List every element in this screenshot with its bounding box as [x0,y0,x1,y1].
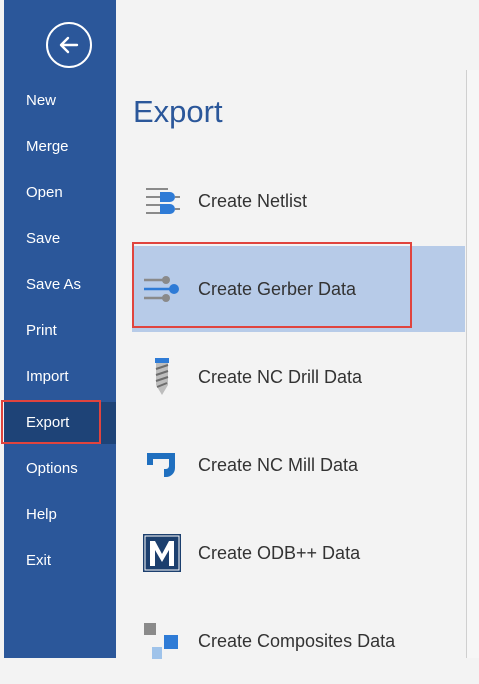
export-create-nc-mill-data[interactable]: Create NC Mill Data [132,422,465,508]
export-create-nc-drill-data[interactable]: Create NC Drill Data [132,334,465,420]
nav-exit[interactable]: Exit [4,541,116,581]
export-create-odb-data[interactable]: Create ODB++ Data [132,510,465,596]
export-create-gerber-data[interactable]: Create Gerber Data [132,246,465,332]
nav-options[interactable]: Options [4,449,116,489]
odb-icon [143,534,181,572]
export-item-label: Create Gerber Data [198,279,357,299]
gerber-icon [144,276,179,302]
nav-save[interactable]: Save [4,219,116,259]
back-button[interactable] [46,22,92,68]
scrollbar[interactable] [466,70,479,658]
export-item-label: Create Composites Data [198,631,396,651]
export-create-netlist[interactable]: Create Netlist [132,158,465,244]
mill-icon [147,453,175,477]
export-item-label: Create Netlist [198,191,308,211]
nav-open[interactable]: Open [4,173,116,213]
backstage-sidebar: New Merge Open Save Save As Print Import… [4,0,116,658]
nav-new[interactable]: New [4,81,116,121]
export-create-composites-data[interactable]: Create Composites Data [132,598,465,684]
nav-help[interactable]: Help [4,495,116,535]
export-item-label: Create NC Mill Data [198,455,359,475]
export-item-label: Create NC Drill Data [198,367,363,387]
nav-merge[interactable]: Merge [4,127,116,167]
nav-save-as[interactable]: Save As [4,265,116,305]
composites-icon [144,623,178,659]
drill-icon [155,358,169,395]
netlist-icon [146,188,180,214]
page-title: Export [133,94,223,129]
nav-print[interactable]: Print [4,311,116,351]
nav-import[interactable]: Import [4,357,116,397]
arrow-left-icon [59,36,79,54]
nav-export[interactable]: Export [4,402,116,444]
export-item-label: Create ODB++ Data [198,543,361,563]
